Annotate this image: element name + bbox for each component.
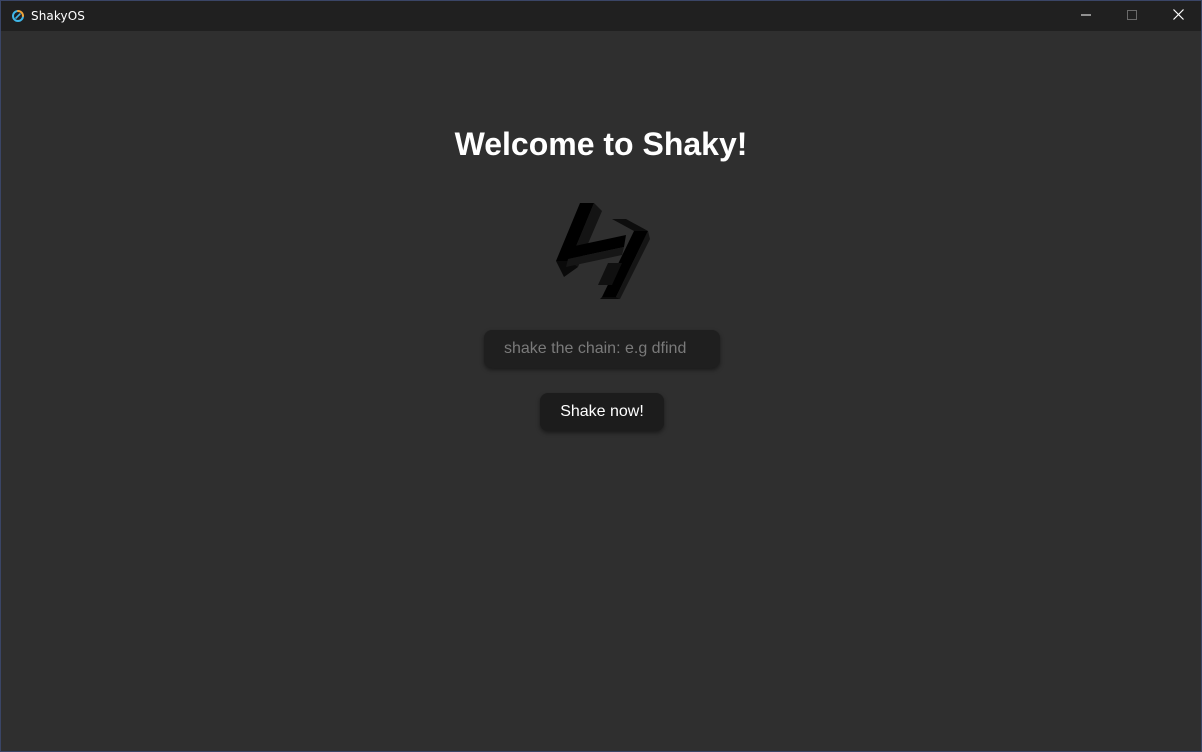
app-icon (10, 8, 26, 24)
minimize-button[interactable] (1063, 1, 1109, 31)
close-button[interactable] (1155, 1, 1201, 31)
shaky-logo-icon (554, 201, 650, 299)
maximize-icon (1127, 7, 1137, 25)
title-bar[interactable]: ShakyOS (1, 1, 1201, 31)
chain-input[interactable] (484, 330, 720, 368)
window-controls (1063, 1, 1201, 31)
close-icon (1172, 7, 1184, 25)
app-window: ShakyOS Welcome to Shaky! shake the chai… (0, 0, 1202, 752)
shake-now-button[interactable]: Shake now! (540, 393, 664, 431)
minimize-icon (1081, 7, 1091, 25)
window-title: ShakyOS (31, 9, 85, 23)
page-title: Welcome to Shaky! (454, 126, 748, 162)
main-content: Welcome to Shaky! Shake now! (1, 31, 1201, 751)
maximize-button[interactable] (1109, 1, 1155, 31)
